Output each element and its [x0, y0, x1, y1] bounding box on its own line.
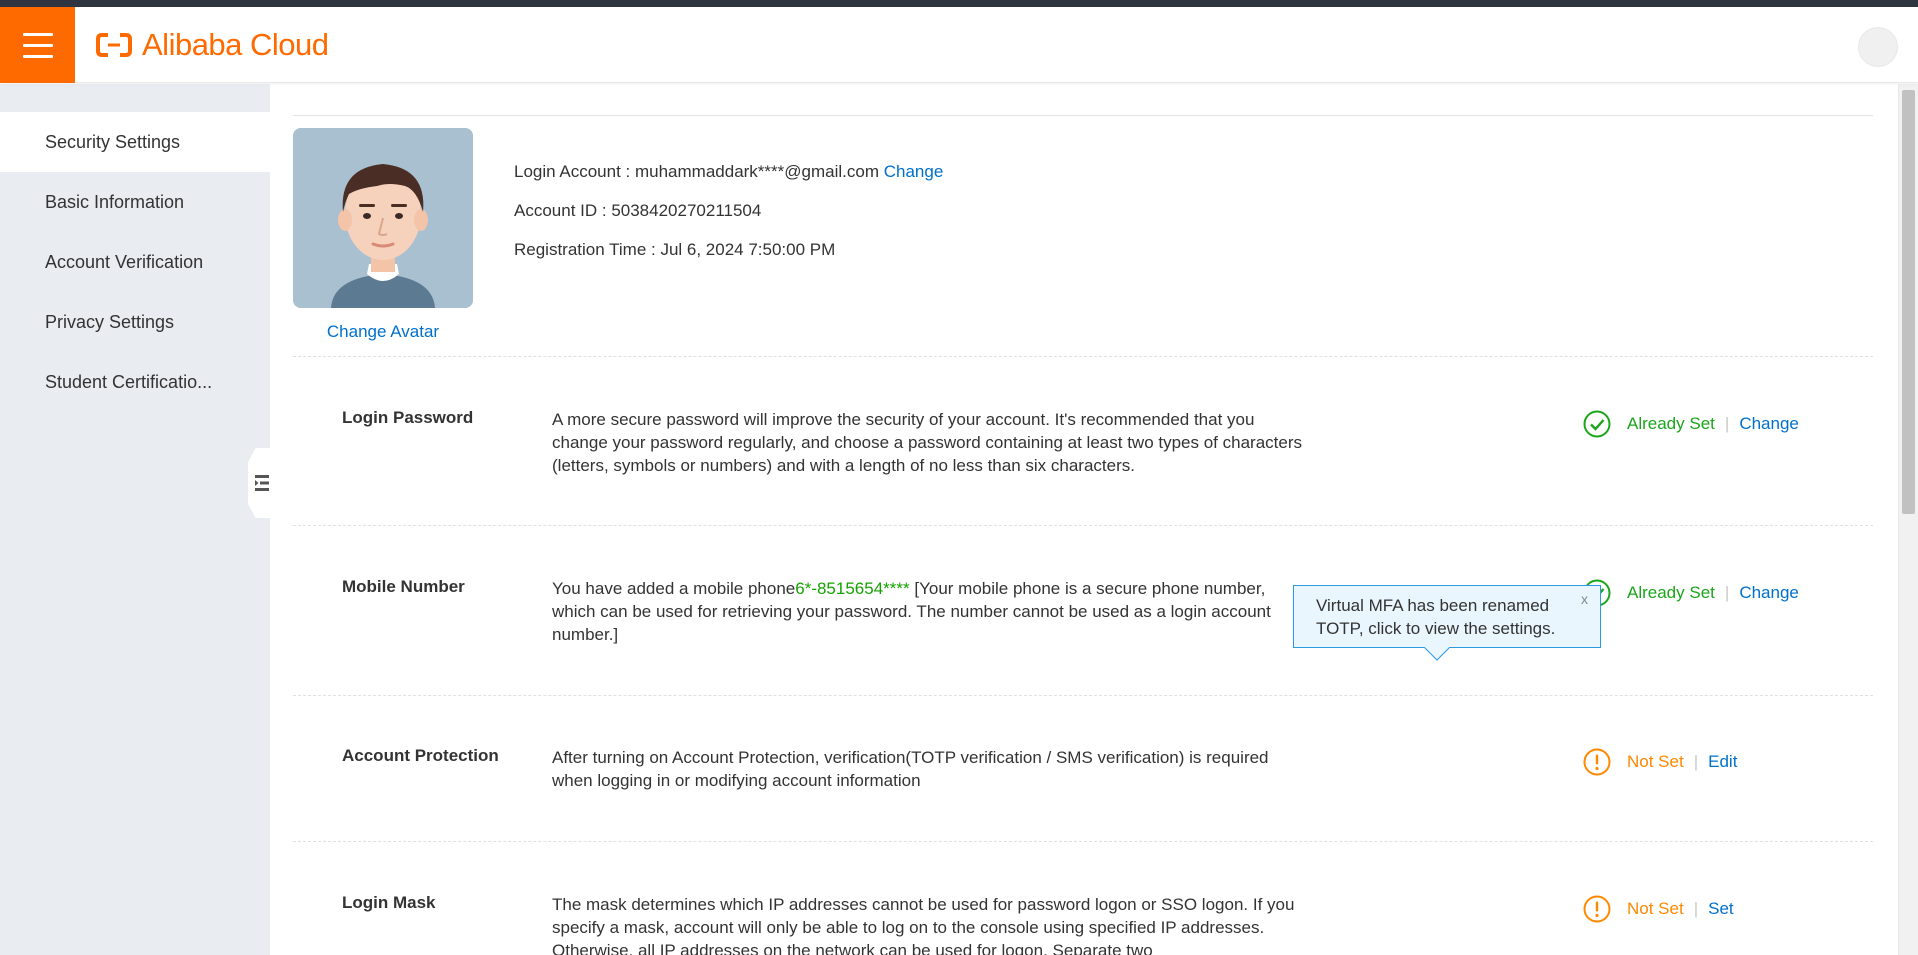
avatar-illustration	[293, 128, 473, 308]
sidebar-item-basic-information[interactable]: Basic Information	[0, 172, 270, 232]
profile-avatar[interactable]	[293, 128, 473, 308]
vertical-scrollbar[interactable]	[1898, 84, 1918, 955]
separator: |	[1693, 752, 1699, 771]
main-content: Change Avatar Login Account : muhammadda…	[293, 84, 1873, 955]
divider	[293, 841, 1873, 842]
status-label: Already Set	[1627, 414, 1715, 433]
account-protection-description: After turning on Account Protection, ver…	[552, 748, 1269, 790]
edit-account-protection-link[interactable]: Edit	[1708, 752, 1737, 772]
divider	[293, 695, 1873, 696]
mobile-number-title: Mobile Number	[342, 577, 465, 596]
top-header: Alibaba Cloud	[0, 7, 1918, 83]
brand-name: Alibaba Cloud	[142, 27, 329, 62]
warning-circle-icon	[1583, 895, 1611, 923]
warning-circle-icon	[1583, 748, 1611, 776]
separator: |	[1693, 899, 1699, 918]
mobile-number-status: Already Set | Change	[1583, 579, 1799, 607]
sidebar-item-privacy-settings[interactable]: Privacy Settings	[0, 292, 270, 352]
collapse-icon	[255, 475, 269, 491]
mobile-desc-prefix: You have added a mobile phone	[552, 579, 796, 598]
alibaba-cloud-logo[interactable]: Alibaba Cloud	[96, 27, 329, 63]
sidebar: Security Settings Basic Information Acco…	[0, 84, 270, 955]
close-icon[interactable]: x	[1581, 588, 1588, 611]
hamburger-menu-icon[interactable]	[0, 7, 75, 83]
separator: |	[1724, 583, 1730, 602]
separator: |	[1724, 414, 1730, 433]
top-strip	[0, 0, 1918, 7]
account-protection-status: Not Set | Edit	[1583, 748, 1737, 776]
account-id: Account ID : 5038420270211504	[514, 201, 762, 220]
change-avatar-link[interactable]: Change Avatar	[293, 322, 473, 342]
account-protection-title: Account Protection	[342, 746, 499, 765]
totp-rename-tooltip[interactable]: Virtual MFA has been renamed TOTP, click…	[1293, 585, 1601, 661]
change-login-account-link[interactable]: Change	[884, 162, 944, 181]
login-account-info: Login Account : muhammaddark****@gmail.c…	[514, 162, 943, 182]
change-password-link[interactable]: Change	[1739, 414, 1799, 434]
set-login-mask-link[interactable]: Set	[1708, 899, 1734, 919]
login-account-value: muhammaddark****@gmail.com	[634, 162, 879, 181]
login-mask-status: Not Set | Set	[1583, 895, 1734, 923]
login-account-label: Login Account :	[514, 162, 635, 181]
sidebar-item-security-settings[interactable]: Security Settings	[0, 112, 270, 172]
status-label: Already Set	[1627, 583, 1715, 602]
mobile-phone-number: 6*-8515654****	[795, 579, 910, 598]
alibaba-cloud-logo-icon	[96, 33, 132, 57]
check-circle-icon	[1583, 410, 1611, 438]
login-password-status: Already Set | Change	[1583, 410, 1799, 438]
login-mask-title: Login Mask	[342, 893, 436, 912]
mobile-number-description: You have added a mobile phone6*-8515654*…	[552, 577, 1302, 646]
divider	[293, 115, 1873, 116]
login-password-description: A more secure password will improve the …	[552, 410, 1302, 475]
change-mobile-link[interactable]: Change	[1739, 583, 1799, 603]
registration-time: Registration Time : Jul 6, 2024 7:50:00 …	[514, 240, 836, 259]
divider	[293, 525, 1873, 526]
sidebar-item-account-verification[interactable]: Account Verification	[0, 232, 270, 292]
sidebar-collapse-handle[interactable]	[248, 448, 270, 518]
status-label: Not Set	[1627, 899, 1684, 918]
sidebar-item-student-certification[interactable]: Student Certificatio...	[0, 352, 270, 412]
login-mask-description: The mask determines which IP addresses c…	[552, 895, 1295, 955]
tooltip-text: Virtual MFA has been renamed TOTP, click…	[1316, 596, 1556, 638]
login-password-title: Login Password	[342, 408, 474, 427]
status-label: Not Set	[1627, 752, 1684, 771]
scrollbar-thumb[interactable]	[1902, 90, 1915, 514]
divider	[293, 356, 1873, 357]
user-avatar[interactable]	[1858, 27, 1898, 67]
